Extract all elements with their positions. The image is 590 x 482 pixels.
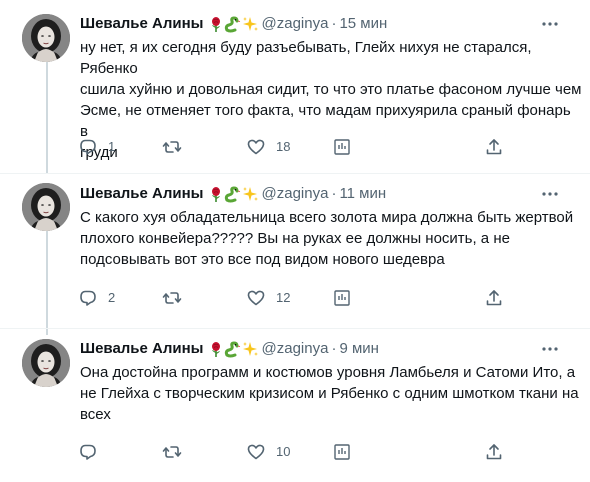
retweet-icon bbox=[162, 141, 182, 153]
tweet-2[interactable]: Шевалье Алины @zaginya · 11 мин С какого… bbox=[0, 174, 590, 328]
snake-icon bbox=[224, 16, 241, 32]
like-button[interactable]: 12 bbox=[246, 288, 290, 308]
views-icon bbox=[334, 290, 350, 306]
sparkles-icon bbox=[242, 342, 258, 356]
avatar[interactable] bbox=[22, 339, 70, 387]
rose-icon bbox=[210, 340, 221, 358]
like-count: 12 bbox=[276, 290, 291, 305]
views-button[interactable] bbox=[332, 442, 352, 462]
reply-icon bbox=[80, 290, 96, 306]
separator: · bbox=[331, 340, 337, 357]
tweet-text: Она достойна программ и костюмов уровня … bbox=[80, 364, 579, 423]
retweet-icon bbox=[162, 292, 182, 304]
snake-icon bbox=[224, 341, 241, 357]
author-name[interactable]: Шевалье Алины bbox=[80, 339, 204, 359]
author-handle[interactable]: @zaginya bbox=[262, 339, 329, 359]
rose-icon bbox=[210, 185, 221, 203]
retweet-button[interactable] bbox=[162, 288, 182, 308]
more-icon[interactable] bbox=[540, 14, 560, 34]
tweet-3[interactable]: Шевалье Алины @zaginya · 9 мин Она досто… bbox=[0, 329, 590, 482]
reply-count: 1 bbox=[108, 139, 116, 154]
views-icon bbox=[334, 444, 350, 460]
share-icon bbox=[486, 290, 502, 306]
tweet-text: С какого хуя обладательница всего золота… bbox=[80, 209, 574, 268]
timestamp[interactable]: 11 мин bbox=[339, 184, 386, 204]
like-count: 10 bbox=[276, 444, 291, 459]
retweet-button[interactable] bbox=[162, 442, 182, 462]
rose-icon bbox=[210, 15, 221, 33]
reply-button[interactable]: 2 bbox=[78, 288, 115, 308]
like-button[interactable]: 10 bbox=[246, 442, 290, 462]
share-icon bbox=[486, 444, 502, 460]
more-icon[interactable] bbox=[540, 339, 560, 359]
retweet-button[interactable] bbox=[162, 137, 182, 157]
author-handle[interactable]: @zaginya bbox=[262, 14, 329, 34]
separator: · bbox=[331, 15, 337, 32]
author-name[interactable]: Шевалье Алины bbox=[80, 14, 204, 34]
retweet-icon bbox=[162, 446, 182, 458]
views-button[interactable] bbox=[332, 288, 352, 308]
like-icon bbox=[247, 290, 265, 306]
like-button[interactable]: 18 bbox=[246, 137, 290, 157]
timestamp[interactable]: 9 мин bbox=[339, 339, 379, 359]
avatar[interactable] bbox=[22, 14, 70, 62]
reply-button[interactable] bbox=[78, 442, 108, 462]
reply-button[interactable]: 1 bbox=[78, 137, 115, 157]
more-icon[interactable] bbox=[540, 184, 560, 204]
like-count: 18 bbox=[276, 139, 291, 154]
like-icon bbox=[247, 139, 265, 155]
share-button[interactable] bbox=[484, 137, 504, 157]
sparkles-icon bbox=[242, 187, 258, 201]
share-icon bbox=[486, 139, 502, 155]
timestamp[interactable]: 15 мин bbox=[339, 14, 387, 34]
reply-count: 2 bbox=[108, 290, 116, 305]
sparkles-icon bbox=[242, 17, 258, 31]
reply-icon bbox=[80, 444, 96, 460]
tweet-1[interactable]: Шевалье Алины @zaginya · 15 мин ну нет, … bbox=[0, 0, 590, 173]
share-button[interactable] bbox=[484, 442, 504, 462]
reply-icon bbox=[80, 139, 96, 155]
views-icon bbox=[334, 139, 350, 155]
author-handle[interactable]: @zaginya bbox=[262, 184, 329, 204]
separator: · bbox=[331, 185, 337, 202]
author-name[interactable]: Шевалье Алины bbox=[80, 184, 204, 204]
views-button[interactable] bbox=[332, 137, 352, 157]
share-button[interactable] bbox=[484, 288, 504, 308]
avatar[interactable] bbox=[22, 183, 70, 231]
like-icon bbox=[247, 444, 265, 460]
snake-icon bbox=[224, 186, 241, 202]
